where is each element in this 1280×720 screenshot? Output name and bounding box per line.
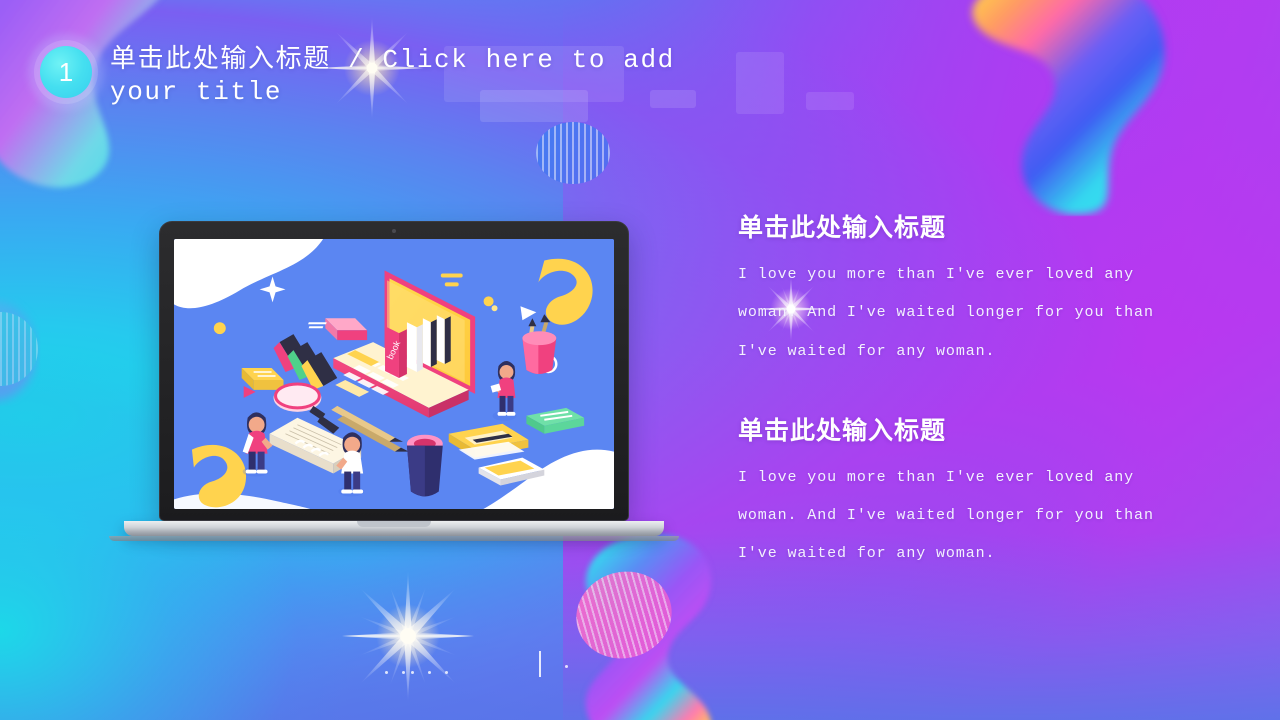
slide-header: 1 单击此处输入标题 / Click here to add your titl… (28, 34, 730, 110)
striped-circle-left (0, 312, 38, 386)
decor-dots (385, 671, 448, 674)
content-block-1: 单击此处输入标题 I love you more than I've ever … (738, 208, 1184, 371)
decor-dot (402, 671, 405, 674)
block-heading: 单击此处输入标题 (738, 416, 947, 445)
block-body: I love you more than I've ever loved any… (738, 266, 1154, 360)
content-column: 单击此处输入标题 I love you more than I've ever … (738, 208, 1184, 614)
decor-rect-4 (736, 52, 784, 114)
holographic-blob-top-right (972, 0, 1165, 215)
webcam-icon (392, 229, 396, 233)
decor-dot (385, 671, 388, 674)
decor-rect-5 (806, 92, 854, 110)
decor-dot (445, 671, 448, 674)
laptop-foot (109, 536, 679, 541)
laptop-lid: book (159, 221, 629, 521)
badge-number: 1 (58, 57, 74, 87)
block-heading: 单击此处输入标题 (738, 214, 947, 242)
striped-circle-header (536, 122, 610, 184)
laptop-base (124, 521, 664, 536)
laptop-screen: book (174, 239, 614, 509)
laptop-mockup: book (109, 221, 679, 541)
block-body: I love you more than I've ever loved any… (738, 468, 1154, 563)
decor-dot (411, 671, 414, 674)
decor-tick-dot (565, 665, 568, 668)
study-illustration: book (174, 239, 614, 509)
decor-dot (428, 671, 431, 674)
page-title: 单击此处输入标题 / Click here to add your title (110, 45, 675, 108)
presentation-slide: 1 单击此处输入标题 / Click here to add your titl… (0, 0, 1280, 720)
decor-tick (539, 651, 541, 677)
section-number-badge: 1 (28, 34, 104, 110)
content-block-2: 单击此处输入标题 I love you more than I've ever … (738, 411, 1184, 574)
badge-circle: 1 (40, 46, 92, 98)
